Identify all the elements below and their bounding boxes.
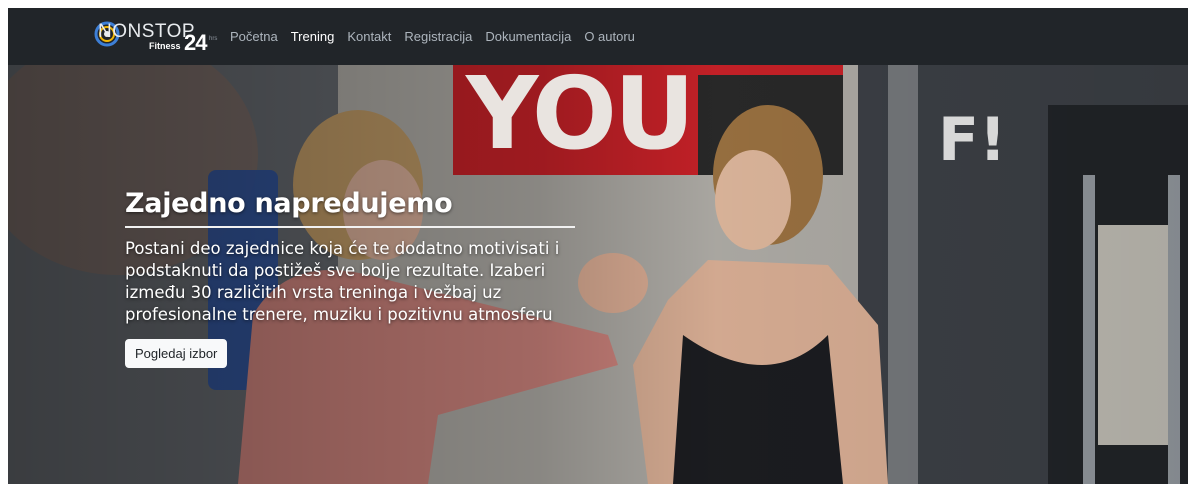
- logo-hours-text: hrs: [209, 35, 218, 42]
- logo-sub-text: Fitness: [149, 40, 181, 51]
- nav-link-pocetna[interactable]: Početna: [230, 27, 278, 47]
- hero-description: Postani deo zajednice koja će te dodatno…: [125, 239, 560, 324]
- hero-banner: YOU F! Zajedno napredujemo Postani deo z…: [8, 65, 1188, 484]
- nav-link-dokumentacija[interactable]: Dokumentacija: [485, 27, 571, 47]
- logo-number-text: 24: [184, 29, 208, 55]
- logo-brand-text: NONSTOP: [98, 20, 196, 42]
- background-sign-trailing-text: F!: [938, 105, 1007, 175]
- nav-link-o-autoru[interactable]: O autoru: [584, 27, 635, 47]
- hero-content: Zajedno napredujemo Postani deo zajednic…: [125, 187, 575, 368]
- brand-logo[interactable]: NONSTOP Fitness 24 hrs: [92, 17, 217, 57]
- nav-link-registracija[interactable]: Registracija: [404, 27, 472, 47]
- hero-title: Zajedno napredujemo: [125, 188, 453, 219]
- view-selection-button[interactable]: Pogledaj izbor: [125, 339, 228, 368]
- top-navbar: NONSTOP Fitness 24 hrs Početna Trening K…: [8, 8, 1188, 65]
- hero-divider: [125, 226, 575, 228]
- nav-links: Početna Trening Kontakt Registracija Dok…: [230, 27, 648, 47]
- nav-link-trening[interactable]: Trening: [291, 27, 335, 47]
- background-sign-text: YOU: [466, 65, 695, 172]
- page-frame: NONSTOP Fitness 24 hrs Početna Trening K…: [8, 8, 1188, 484]
- nav-link-kontakt[interactable]: Kontakt: [347, 27, 391, 47]
